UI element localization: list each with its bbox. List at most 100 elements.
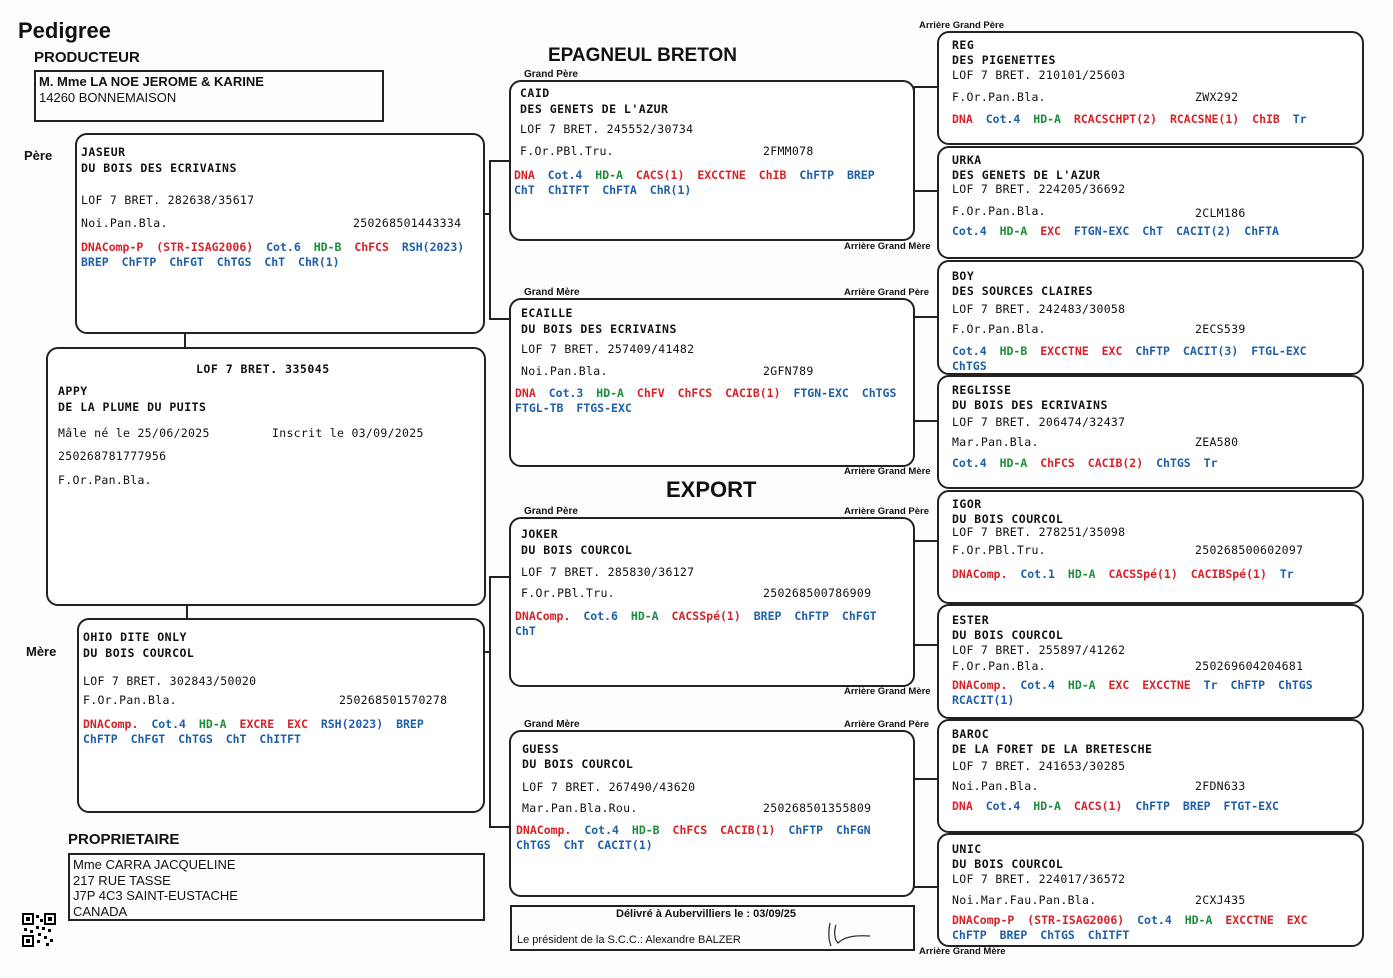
award-tag: EXCCTNE bbox=[1142, 678, 1191, 692]
award-tag: FTGN-EXC bbox=[793, 386, 849, 400]
award-tag: ChR(1) bbox=[649, 183, 692, 197]
award-tag: DNAComp-P bbox=[952, 913, 1015, 927]
award-tag: DNAComp. bbox=[952, 678, 1008, 692]
award-tag: ChFTP bbox=[799, 168, 834, 182]
gp1-tags: DNA Cot.4 HD-A CACS(1) EXCCTNE ChIB ChFT… bbox=[514, 168, 906, 198]
ag-name2: DES PIGENETTES bbox=[952, 53, 1056, 67]
award-tag: ChIB bbox=[758, 168, 787, 182]
mere-label: Mère bbox=[26, 644, 57, 659]
gp2-name1: JOKER bbox=[521, 527, 559, 541]
gp1-label: Grand Père bbox=[524, 69, 578, 80]
award-tag: RCACIT(1) bbox=[952, 693, 1015, 707]
gm2-lof: LOF 7 BRET. 267490/43620 bbox=[522, 780, 696, 794]
ag-lof: LOF 7 BRET. 206474/32437 bbox=[952, 415, 1126, 429]
award-tag: Tr bbox=[1292, 112, 1307, 126]
award-tag: ChT bbox=[515, 624, 536, 638]
award-tag: ChFCS bbox=[1040, 456, 1075, 470]
pere-name1: JASEUR bbox=[81, 145, 126, 159]
gp2-tags: DNAComp. Cot.6 HD-A CACSSpé(1) BREP ChFT… bbox=[515, 609, 911, 639]
award-tag: FTGN-EXC bbox=[1073, 224, 1130, 238]
proprietaire-line: CANADA bbox=[73, 903, 128, 919]
award-tag: Cot.4 bbox=[952, 344, 987, 358]
award-tag: Cot.6 bbox=[266, 240, 301, 254]
award-tag: EXC bbox=[1286, 913, 1308, 927]
ag-name2: DES SOURCES CLAIRES bbox=[952, 284, 1094, 298]
producteur-box: M. Mme LA NOE JEROME & KARINE 14260 BONN… bbox=[34, 70, 384, 122]
award-tag: ChTGS bbox=[861, 386, 897, 400]
award-tag: EXC bbox=[1040, 224, 1061, 238]
ag-name1: URKA bbox=[952, 153, 982, 167]
award-tag: CACIB(2) bbox=[1087, 456, 1144, 470]
ag-color: F.Or.Pan.Bla. bbox=[952, 659, 1046, 673]
award-tag: BREP bbox=[753, 609, 782, 623]
award-tag: RCACSCHPT(2) bbox=[1073, 112, 1158, 126]
ag-color: F.Or.Pan.Bla. bbox=[952, 90, 1046, 104]
award-tag: Cot.4 bbox=[547, 168, 583, 182]
pere-label: Père bbox=[24, 148, 53, 163]
subject-chip: 250268781777956 bbox=[58, 449, 167, 463]
award-tag: ChT bbox=[264, 255, 286, 269]
subject-lof: LOF 7 BRET. 335045 bbox=[196, 362, 330, 376]
subject-card: LOF 7 BRET. 335045 APPY DE LA PLUME DU P… bbox=[46, 347, 486, 606]
mere-color: F.Or.Pan.Bla. bbox=[83, 693, 177, 707]
award-tag: ChITFT bbox=[259, 732, 301, 746]
connector bbox=[913, 644, 937, 646]
award-tag: ChFTP bbox=[83, 732, 118, 746]
award-tag: CACIB(1) bbox=[720, 823, 776, 837]
award-tag: ChFTP bbox=[794, 609, 829, 623]
connector bbox=[913, 540, 937, 542]
award-tag: ChFCS bbox=[354, 240, 389, 254]
award-tag: HD-A bbox=[1184, 913, 1213, 927]
subject-born: Mâle né le 25/06/2025 bbox=[58, 426, 210, 440]
connector bbox=[913, 778, 937, 780]
award-tag: HD-A bbox=[1033, 799, 1061, 813]
award-tag: FTGT-EXC bbox=[1223, 799, 1279, 813]
award-tag: DNAComp-P bbox=[81, 240, 144, 254]
award-tag: EXC bbox=[1101, 344, 1123, 358]
footer-box: Délivré à Aubervilliers le : 03/09/25 Le… bbox=[510, 905, 915, 951]
ag-card-5: ESTER DU BOIS COURCOL LOF 7 BRET. 255897… bbox=[937, 604, 1364, 719]
pere-color: Noi.Pan.Bla. bbox=[81, 216, 168, 230]
ag-id: ZWX292 bbox=[1195, 90, 1239, 104]
award-tag: ChITFT bbox=[1087, 928, 1130, 942]
connector bbox=[489, 826, 511, 828]
award-tag: EXCCTNE bbox=[1225, 913, 1274, 927]
gm2-label: Grand Mère bbox=[524, 719, 580, 730]
ag-name2: DU BOIS COURCOL bbox=[952, 628, 1064, 642]
ag-name1: BOY bbox=[952, 269, 975, 283]
ag-color: F.Or.Pan.Bla. bbox=[952, 204, 1046, 218]
ag-color: Noi.Mar.Fau.Pan.Bla. bbox=[952, 893, 1097, 907]
ag-color: Noi.Pan.Bla. bbox=[952, 779, 1039, 793]
award-tag: CACSSpé(1) bbox=[671, 609, 741, 623]
signature-icon bbox=[828, 922, 871, 947]
connector bbox=[489, 576, 511, 578]
pere-name2: DU BOIS DES ECRIVAINS bbox=[81, 161, 237, 175]
ag-card-7: UNIC DU BOIS COURCOL LOF 7 BRET. 224017/… bbox=[937, 833, 1364, 947]
award-tag: RCACSNE(1) bbox=[1169, 112, 1240, 126]
gp2-id: 250268500786909 bbox=[763, 586, 872, 600]
award-tag: ChTGS bbox=[1040, 928, 1075, 942]
award-tag: Cot.4 bbox=[1020, 678, 1055, 692]
gp2-name2: DU BOIS COURCOL bbox=[521, 543, 633, 557]
ag-name1: BAROC bbox=[952, 727, 990, 741]
award-tag: ChFCS bbox=[672, 823, 708, 837]
gm2-color: Mar.Pan.Bla.Rou. bbox=[522, 801, 638, 815]
award-tag: CACSSpé(1) bbox=[1108, 567, 1178, 581]
ag-tags: DNA Cot.4 HD-A RCACSCHPT(2) RCACSNE(1) C… bbox=[952, 112, 1357, 127]
award-tag: Cot.4 bbox=[151, 717, 186, 731]
ag-name2: DU BOIS DES ECRIVAINS bbox=[952, 398, 1108, 412]
award-tag: ChFTP bbox=[952, 928, 987, 942]
proprietaire-line: Mme CARRA JACQUELINE bbox=[73, 857, 236, 872]
award-tag: HD-A bbox=[596, 386, 624, 400]
award-tag: EXC bbox=[287, 717, 308, 731]
award-tag: ChFTA bbox=[602, 183, 637, 197]
connector bbox=[913, 420, 937, 422]
award-tag: FTGS-EXC bbox=[576, 401, 632, 415]
mere-lof: LOF 7 BRET. 302843/50020 bbox=[83, 674, 257, 688]
ag-name1: REG bbox=[952, 38, 975, 52]
award-tag: ChTGS bbox=[516, 838, 551, 852]
gm1-name1: ECAILLE bbox=[521, 306, 573, 320]
ag-card-2: BOY DES SOURCES CLAIRES LOF 7 BRET. 2424… bbox=[937, 260, 1364, 375]
proprietaire-label: PROPRIETAIRE bbox=[68, 831, 180, 848]
gp1-card: CAID DES GENETS DE L'AZUR LOF 7 BRET. 24… bbox=[509, 80, 915, 241]
